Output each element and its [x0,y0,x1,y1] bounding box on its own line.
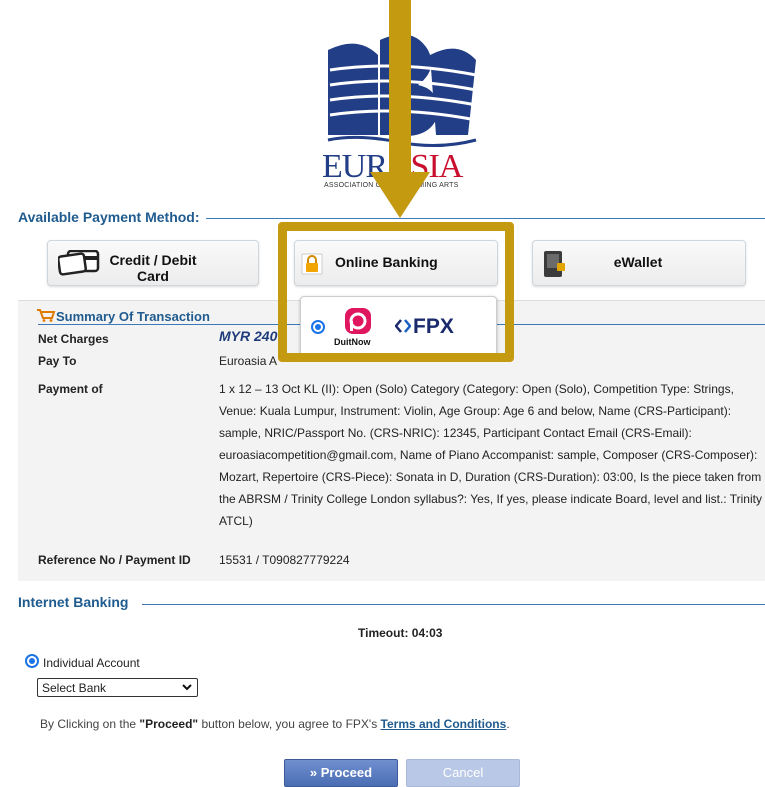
pay-to-label: Pay To [38,354,77,368]
payment-of-label: Payment of [38,382,103,396]
credit-card-icon [58,250,100,276]
highlight-frame [278,222,514,362]
terms-and-conditions-link[interactable]: Terms and Conditions [381,717,507,731]
proceed-button[interactable]: » Proceed [284,759,398,787]
internet-banking-title: Internet Banking [18,594,143,610]
tab-label: eWallet [613,254,663,270]
cancel-button[interactable]: Cancel [406,759,520,787]
summary-title: Summary Of Transaction [56,309,210,324]
payment-of-value: 1 x 12 – 13 Oct KL (II): Open (Solo) Cat… [219,382,762,528]
pay-to-value: Euroasia A [219,354,278,368]
tab-label: Credit / Debit Card [109,252,197,284]
chevron-down-icon [182,684,192,691]
highlight-arrow-head [370,172,430,218]
payment-method-title: Available Payment Method: [18,209,206,225]
select-bank-dropdown[interactable]: Select Bank [37,678,198,697]
net-charges-value: MYR 240 [219,328,278,344]
reference-value: 15531 / T090827779224 [219,553,350,567]
highlight-arrow [389,0,411,175]
wallet-icon [544,251,565,277]
cart-icon [37,309,56,322]
select-bank-value: Select Bank [42,681,107,695]
individual-account-label: Individual Account [43,656,140,670]
tab-credit-debit-card[interactable]: Credit / Debit Card [47,240,259,286]
reference-label: Reference No / Payment ID [38,553,191,567]
net-charges-label: Net Charges [38,332,109,346]
individual-account-radio[interactable] [25,654,39,668]
timeout-text: Timeout: 04:03 [358,626,443,640]
tab-ewallet[interactable]: eWallet [532,240,746,286]
terms-agreement-text: By Clicking on the "Proceed" button belo… [40,717,510,731]
